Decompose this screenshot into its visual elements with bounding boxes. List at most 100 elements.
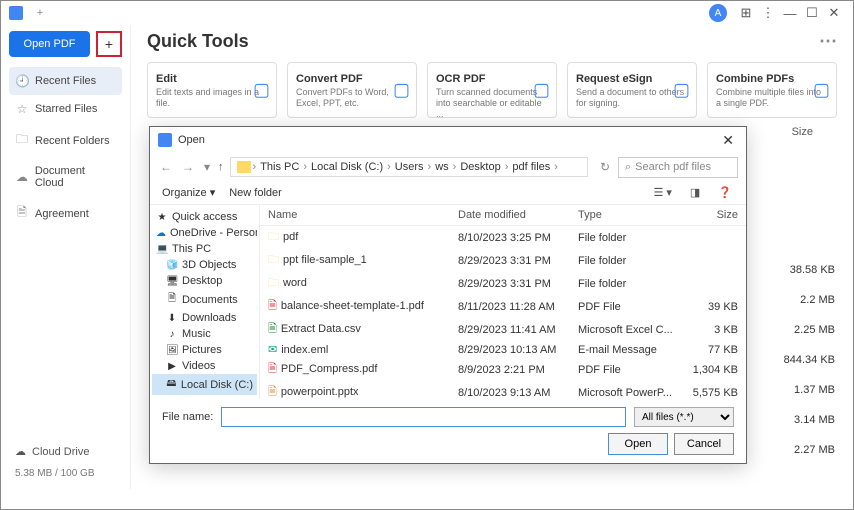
tree-label: OneDrive - Person: [170, 227, 257, 239]
nav-label: Recent Folders: [35, 135, 110, 147]
breadcrumb-item[interactable]: This PC: [258, 161, 301, 173]
file-name: word: [283, 277, 307, 289]
nav-dropdown-icon[interactable]: ▾: [202, 160, 212, 174]
add-button[interactable]: +: [96, 31, 122, 57]
breadcrumb-item[interactable]: ws: [433, 161, 450, 173]
list-item[interactable]: ✉index.eml8/29/2023 10:13 AME-mail Messa…: [260, 341, 746, 358]
breadcrumb-item[interactable]: Local Disk (C:): [309, 161, 385, 173]
sidebar-item[interactable]: 🗎Agreement: [9, 196, 122, 231]
col-date[interactable]: Date modified: [458, 209, 578, 221]
cloud-icon: ☁: [15, 445, 26, 458]
tree-item[interactable]: 🖴Local Disk (C:): [152, 374, 257, 395]
chevron-icon: ›: [453, 161, 457, 173]
cancel-button[interactable]: Cancel: [674, 433, 734, 455]
quick-tool-card[interactable]: OCR PDFTurn scanned documents into searc…: [427, 62, 557, 118]
tree-item[interactable]: 🗎Documents: [152, 289, 257, 310]
menu-icon[interactable]: ⋮: [757, 2, 779, 24]
view-preview-icon[interactable]: ◨: [688, 186, 702, 199]
tree-icon: 🗎: [166, 291, 178, 308]
quick-tool-card[interactable]: Convert PDFConvert PDFs to Word, Excel, …: [287, 62, 417, 118]
card-title: OCR PDF: [436, 73, 548, 85]
file-icon: 🗀: [268, 231, 279, 243]
view-list-icon[interactable]: ☰ ▾: [651, 186, 673, 199]
help-icon[interactable]: ❓: [716, 186, 734, 199]
list-item[interactable]: 🗎balance-sheet-template-1.pdf8/11/2023 1…: [260, 295, 746, 318]
nav-back-icon[interactable]: ←: [158, 160, 174, 174]
dialog-close-icon[interactable]: ✕: [718, 132, 738, 149]
card-title: Edit: [156, 73, 268, 85]
list-item[interactable]: 🗎PDF_Compress.pdf8/9/2023 2:21 PMPDF Fil…: [260, 358, 746, 381]
file-icon: 🗎: [268, 363, 277, 375]
list-item[interactable]: 🗎Extract Data.csv8/29/2023 11:41 AMMicro…: [260, 318, 746, 341]
col-size[interactable]: Size: [678, 209, 738, 221]
tree-label: Quick access: [172, 211, 237, 223]
list-item[interactable]: 🗀ppt file-sample_18/29/2023 3:31 PMFile …: [260, 249, 746, 272]
avatar[interactable]: A: [709, 4, 727, 22]
bg-size-value: 2.27 MB: [784, 435, 835, 465]
file-date: 8/10/2023 9:13 AM: [458, 387, 578, 399]
tree-item[interactable]: 🖼Pictures: [152, 342, 257, 358]
card-title: Request eSign: [576, 73, 688, 85]
quick-tool-card[interactable]: Request eSignSend a document to others f…: [567, 62, 697, 118]
tree-icon: ☁: [156, 228, 166, 239]
tree-item[interactable]: 🧊3D Objects: [152, 257, 257, 273]
tree-item[interactable]: ⬇Downloads: [152, 310, 257, 326]
refresh-icon[interactable]: ↻: [598, 160, 612, 174]
open-dialog: Open ✕ ← → ▾ ↑ › This PC › Local Disk (C:)…: [149, 126, 747, 464]
new-tab-button[interactable]: +: [31, 4, 49, 22]
nav-up-icon[interactable]: ↑: [218, 161, 224, 173]
file-icon: 🗎: [268, 323, 277, 335]
open-button[interactable]: Open: [608, 433, 668, 455]
filter-select[interactable]: All files (*.*): [634, 407, 734, 427]
nav-label: Starred Files: [35, 103, 97, 115]
chevron-icon: ›: [554, 161, 558, 173]
storage-label: 5.38 MB / 100 GB: [9, 464, 122, 483]
cloud-drive-link[interactable]: ☁Cloud Drive: [9, 439, 122, 464]
bg-size-value: 1.37 MB: [784, 375, 835, 405]
quick-tool-card[interactable]: EditEdit texts and images in a file.▢: [147, 62, 277, 118]
tree-item[interactable]: 💻This PC: [152, 241, 257, 257]
sidebar-item[interactable]: 🗀Recent Folders: [9, 123, 122, 158]
minimize-icon[interactable]: —: [779, 2, 801, 24]
card-icon: ▢: [393, 80, 410, 101]
organize-menu[interactable]: Organize ▾: [162, 186, 215, 199]
file-icon: 🗎: [268, 300, 277, 312]
filename-input[interactable]: [221, 407, 626, 427]
file-name: pdf: [283, 231, 298, 243]
list-item[interactable]: 🗀word8/29/2023 3:31 PMFile folder: [260, 272, 746, 295]
file-size: 5,575 KB: [678, 387, 738, 399]
nav-icon: ☆: [15, 102, 29, 116]
search-input[interactable]: ⌕ Search pdf files: [618, 157, 738, 178]
nav-icon: 🗎: [15, 203, 29, 224]
col-name[interactable]: Name: [268, 209, 458, 221]
list-item[interactable]: 🗎powerpoint.pptx8/10/2023 9:13 AMMicroso…: [260, 381, 746, 399]
breadcrumb-item[interactable]: pdf files: [510, 161, 552, 173]
more-icon[interactable]: ⋯: [819, 31, 837, 52]
breadcrumb-item[interactable]: Users: [393, 161, 426, 173]
file-icon: 🗎: [268, 386, 277, 398]
breadcrumb-item[interactable]: Desktop: [458, 161, 502, 173]
file-date: 8/10/2023 3:25 PM: [458, 232, 578, 244]
grid-icon[interactable]: ⊞: [735, 2, 757, 24]
sidebar-item[interactable]: 🕘Recent Files: [9, 67, 122, 95]
sidebar-item[interactable]: ☆ Starred Files: [9, 95, 122, 123]
nav-forward-icon[interactable]: →: [180, 160, 196, 174]
tree-label: 3D Objects: [182, 259, 236, 271]
new-folder-button[interactable]: New folder: [229, 187, 282, 199]
tree-item[interactable]: ★Quick access: [152, 209, 257, 225]
breadcrumb[interactable]: › This PC›Local Disk (C:)›Users›ws›Deskt…: [230, 157, 588, 177]
list-item[interactable]: 🗀pdf8/10/2023 3:25 PMFile folder: [260, 226, 746, 249]
tree-item[interactable]: ☁ OneDrive - Person: [152, 225, 257, 241]
sidebar-item[interactable]: ☁Document Cloud: [9, 158, 122, 196]
maximize-icon[interactable]: ☐: [801, 2, 823, 24]
close-icon[interactable]: ✕: [823, 2, 845, 24]
page-title: Quick Tools⋯: [147, 31, 837, 52]
file-name: Extract Data.csv: [281, 323, 361, 335]
tree-item[interactable]: ♪Music: [152, 326, 257, 342]
tree-item[interactable]: ▶Videos: [152, 358, 257, 374]
col-type[interactable]: Type: [578, 209, 678, 221]
tree-item[interactable]: 🖥Desktop: [152, 273, 257, 289]
card-desc: Edit texts and images in a file.: [156, 87, 268, 109]
open-pdf-button[interactable]: Open PDF: [9, 31, 90, 57]
quick-tool-card[interactable]: Combine PDFsCombine multiple files into …: [707, 62, 837, 118]
